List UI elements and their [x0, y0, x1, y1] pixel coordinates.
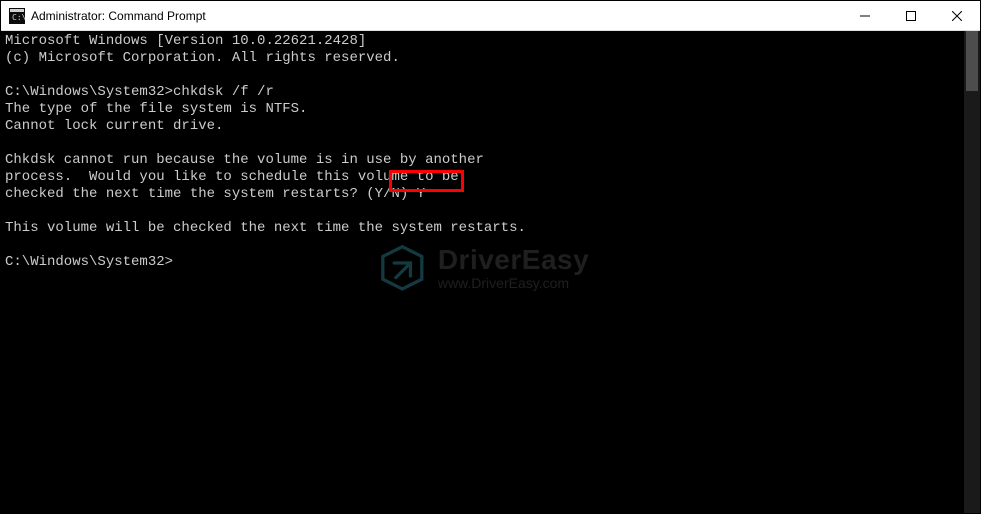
app-icon: C:\ — [9, 8, 25, 24]
command-prompt-window: C:\ Administrator: Command Prompt Micros… — [1, 1, 980, 513]
user-answer: Y — [417, 186, 425, 202]
output-line: Cannot lock current drive. — [5, 118, 223, 134]
maximize-button[interactable] — [888, 1, 934, 31]
output-line: This volume will be checked the next tim… — [5, 220, 526, 236]
close-button[interactable] — [934, 1, 980, 31]
output-line: (c) Microsoft Corporation. All rights re… — [5, 50, 400, 66]
output-line: Microsoft Windows [Version 10.0.22621.24… — [5, 33, 366, 49]
watermark-logo-icon — [376, 242, 428, 294]
output-line: process. Would you like to schedule this… — [5, 169, 459, 185]
watermark-url: www.DriverEasy.com — [438, 276, 589, 290]
scrollbar-thumb[interactable] — [966, 31, 978, 91]
output-line: Chkdsk cannot run because the volume is … — [5, 152, 484, 168]
output-line: The type of the file system is NTFS. — [5, 101, 307, 117]
titlebar[interactable]: C:\ Administrator: Command Prompt — [1, 1, 980, 31]
terminal-output[interactable]: Microsoft Windows [Version 10.0.22621.24… — [1, 31, 964, 513]
terminal-container: Microsoft Windows [Version 10.0.22621.24… — [1, 31, 980, 513]
prompt-text: C:\Windows\System32> — [5, 254, 173, 270]
vertical-scrollbar[interactable] — [964, 31, 980, 513]
watermark-brand: DriverEasy — [438, 246, 589, 274]
command-text: chkdsk /f /r — [173, 84, 274, 100]
prompt-text: C:\Windows\System32> — [5, 84, 173, 100]
window-title: Administrator: Command Prompt — [31, 9, 206, 23]
output-line: checked the next time the system restart… — [5, 186, 417, 202]
watermark: DriverEasy www.DriverEasy.com — [376, 242, 589, 294]
svg-text:C:\: C:\ — [12, 13, 25, 22]
minimize-button[interactable] — [842, 1, 888, 31]
